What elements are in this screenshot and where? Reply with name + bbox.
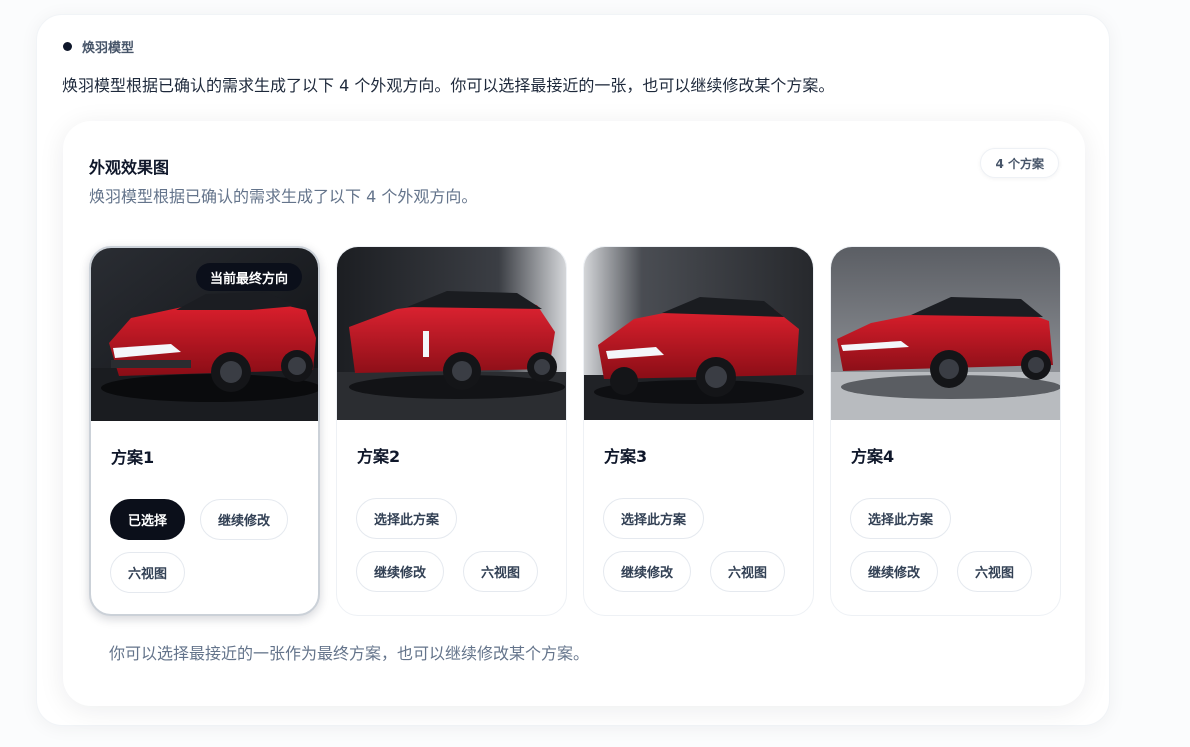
continue-edit-button[interactable]: 继续修改 [603, 551, 692, 592]
footer-note: 你可以选择最接近的一张作为最终方案，也可以继续修改某个方案。 [109, 644, 590, 663]
render-panel: 外观效果图 焕羽模型根据已确认的需求生成了以下 4 个外观方向。 4 个方案 当… [63, 121, 1085, 706]
car-render-image[interactable] [584, 247, 813, 420]
car-render-image[interactable]: 当前最终方向 [91, 248, 318, 421]
sender-dot-icon [63, 42, 72, 51]
select-scheme-button[interactable]: 选择此方案 [356, 498, 458, 539]
scheme-count-badge: 4 个方案 [980, 148, 1059, 178]
continue-edit-button[interactable]: 继续修改 [850, 551, 939, 592]
scheme-title: 方案2 [357, 447, 401, 466]
select-scheme-button[interactable]: 选择此方案 [603, 498, 705, 539]
car-render-image[interactable] [831, 247, 1060, 420]
six-view-button[interactable]: 六视图 [110, 552, 186, 593]
sender-name: 焕羽模型 [82, 41, 135, 56]
scheme-title: 方案3 [604, 447, 648, 466]
panel-title: 外观效果图 [89, 158, 170, 177]
six-view-button[interactable]: 六视图 [710, 551, 786, 592]
selected-button[interactable]: 已选择 [110, 499, 186, 540]
scheme-card-1[interactable]: 当前最终方向 方案1 已选择 继续修改 六视图 [89, 246, 320, 616]
assistant-message-card: 焕羽模型 焕羽模型根据已确认的需求生成了以下 4 个外观方向。你可以选择最接近的… [36, 14, 1110, 726]
continue-edit-button[interactable]: 继续修改 [356, 551, 445, 592]
select-scheme-button[interactable]: 选择此方案 [850, 498, 952, 539]
scheme-title: 方案1 [111, 448, 155, 467]
scheme-card-3[interactable]: 方案3 选择此方案 继续修改 六视图 [583, 246, 814, 616]
scheme-card-2[interactable]: 方案2 选择此方案 继续修改 六视图 [336, 246, 567, 616]
six-view-button[interactable]: 六视图 [957, 551, 1033, 592]
sender-header: 焕羽模型 [63, 37, 134, 56]
six-view-button[interactable]: 六视图 [463, 551, 539, 592]
scheme-card-4[interactable]: 方案4 选择此方案 继续修改 六视图 [830, 246, 1061, 616]
message-intro: 焕羽模型根据已确认的需求生成了以下 4 个外观方向。你可以选择最接近的一张，也可… [62, 76, 835, 95]
continue-edit-button[interactable]: 继续修改 [200, 499, 289, 540]
panel-subtitle: 焕羽模型根据已确认的需求生成了以下 4 个外观方向。 [89, 187, 478, 206]
final-direction-badge: 当前最终方向 [195, 263, 302, 291]
scheme-card-list: 当前最终方向 方案1 已选择 继续修改 六视图 方案2 选择此方案 继续修改 六… [89, 246, 1061, 616]
scheme-title: 方案4 [851, 447, 895, 466]
car-render-image[interactable] [337, 247, 566, 420]
